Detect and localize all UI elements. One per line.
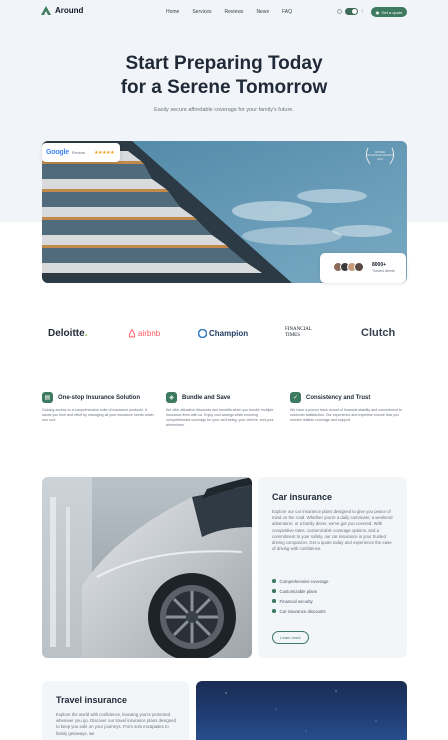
get-quote-button[interactable]: ▣ Get a quote [371,7,407,17]
hero-title-line2: for a Serene Tomorrow [120,77,328,98]
clutch-text: Clutch [361,327,396,339]
laurel-icon [365,147,395,165]
google-logo: Google [46,149,69,156]
feature-text: We offer attractive discounts and benefi… [166,408,274,427]
sun-icon [337,9,342,14]
list-item: Customizable plans [272,586,328,596]
brand-name: Around [55,6,84,15]
learn-more-button[interactable]: Learn more [272,631,309,644]
hero-subtitle: Easily secure affordable coverage for yo… [154,107,294,113]
feature-text: We have a proven track record of financi… [290,408,402,422]
nav-faq[interactable]: FAQ [282,9,292,15]
clutch-logo: Clutch [361,324,395,342]
client-avatars [333,262,364,272]
bundle-icon: ◈ [166,392,177,403]
main-nav: Home Services Reviews News FAQ [166,9,305,15]
nav-news[interactable]: News [256,9,269,15]
trust-icon: ✓ [290,392,301,403]
feature-title: Consistency and Trust [306,395,371,401]
travel-insurance-text: Explore the world with confidence, knowi… [56,712,176,736]
avatar [354,262,364,272]
award-badge: WINNER INSURANCE AWARDS 2024 [362,146,398,166]
bullet-icon [272,589,276,593]
clients-count: 8000+ [372,262,387,268]
google-reviews-badge[interactable]: Google Reviews ★★★★★ [42,143,120,162]
get-quote-label: Get a quote [381,9,403,15]
travel-insurance-card: Travel insurance Explore the world with … [42,681,189,740]
car-insurance-card: Car insurance Explore our car insurance … [258,477,407,658]
nav-home[interactable]: Home [166,9,179,15]
champion-logo: Champion [198,324,248,342]
list-item-label: Comprehensive coverage [279,578,329,584]
deloitte-text: Deloitte [48,327,85,339]
ft-line1: FINANCIAL [285,327,312,332]
car-insurance-title: Car insurance [272,492,333,502]
hero-title: Start Preparing Today for a Serene Tomor… [0,52,448,100]
financial-times-logo: FINANCIAL TIMES [285,324,312,342]
site-header: Around Home Services Reviews News FAQ ☾ … [0,0,448,24]
list-item: Car insurance discounts [272,606,328,616]
car-insurance-text: Explore our car insurance plans designed… [272,509,393,552]
list-item: Comprehensive coverage [272,576,328,586]
deloitte-logo: Deloitte. [48,327,88,339]
google-reviews-label: Reviews [71,150,86,155]
nav-services[interactable]: Services [192,9,211,15]
ft-line2: TIMES [285,332,300,338]
theme-toggle[interactable]: ☾ [337,8,365,15]
bullet-icon [272,599,276,603]
cart-icon: ▣ [375,9,380,15]
feature-title: One-stop Insurance Solution [58,395,141,401]
google-letter: Google [46,149,69,156]
logo-icon [41,6,51,15]
bullet-icon [272,609,276,613]
airbnb-icon [128,328,136,338]
car-benefits-list: Comprehensive coverage Customizable plan… [272,576,328,616]
list-item-label: Financial security [279,598,313,604]
brand-logo[interactable]: Around [41,6,83,15]
moon-icon: ☾ [361,8,366,15]
nav-reviews[interactable]: Reviews [225,9,244,15]
car-image [42,477,252,658]
insurance-icon: ▤ [42,392,53,403]
airbnb-logo: airbnb [128,324,160,342]
travel-image [196,681,407,740]
partner-logos: Deloitte. airbnb Champion FINANCIAL TIME… [0,324,448,342]
travel-insurance-title: Travel insurance [56,695,128,705]
feature-text: Gaining access to a comprehensive suite … [42,408,154,422]
airbnb-text: airbnb [138,328,161,338]
trusted-clients-card: 8000+ Trusted clients [320,253,406,283]
theme-switch[interactable] [345,8,358,15]
list-item-label: Customizable plans [279,588,318,594]
clients-label: Trusted clients [372,269,395,273]
feature-title: Bundle and Save [182,395,231,401]
hero-title-line1: Start Preparing Today [125,53,323,74]
list-item: Financial security [272,596,328,606]
bullet-icon [272,579,276,583]
list-item-label: Car insurance discounts [279,608,326,614]
champion-icon [198,328,207,338]
champion-text: Champion [209,328,249,338]
rating-stars: ★★★★★ [94,149,115,156]
